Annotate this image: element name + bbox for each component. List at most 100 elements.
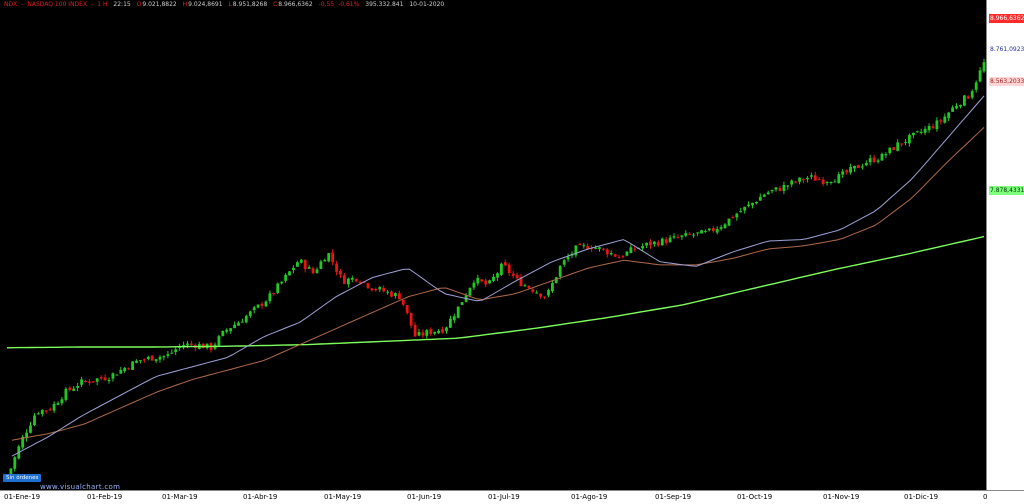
candle-up — [747, 204, 750, 207]
bar-date: 10-01-2020 — [409, 1, 445, 8]
candle-down — [441, 329, 444, 333]
candle-down — [931, 126, 935, 129]
candle-up — [849, 167, 852, 173]
candle-up — [641, 246, 644, 249]
candle-up — [786, 185, 790, 187]
candle-up — [241, 321, 244, 323]
candle-up — [488, 280, 491, 284]
candle-down — [421, 332, 425, 336]
candle-up — [139, 360, 142, 362]
candle-up — [95, 378, 99, 382]
candle-down — [539, 293, 542, 297]
candle-down — [531, 289, 535, 292]
candle-up — [707, 228, 711, 231]
candle-up — [40, 409, 44, 414]
price-plot[interactable] — [0, 10, 986, 490]
candle-up — [315, 269, 319, 273]
candle-up — [680, 235, 684, 238]
candle-up — [978, 70, 982, 82]
candle-up — [743, 206, 747, 211]
x-tick-label: 0 — [983, 493, 988, 501]
candle-up — [829, 182, 833, 183]
candle-down — [429, 329, 433, 335]
candle-down — [272, 293, 276, 294]
candle-down — [821, 179, 825, 184]
candle-up — [492, 276, 495, 281]
candle-down — [142, 359, 146, 361]
candle-up — [166, 354, 170, 356]
x-tick-label: 01-Mar-19 — [162, 493, 198, 501]
ma-long-price-label: 7.878,4331 — [989, 186, 1024, 195]
date-axis[interactable]: 01-Ene-19 01-Feb-19 01-Mar-19 01-Abr-19 … — [0, 490, 1024, 504]
candle-up — [288, 271, 291, 276]
last-price-label: 8.966,6362 — [989, 14, 1024, 23]
candle-down — [633, 248, 637, 250]
candle-down — [794, 181, 798, 183]
x-tick-label: 01-Ago-19 — [571, 493, 608, 501]
candle-up — [959, 105, 962, 107]
candle-up — [221, 330, 225, 336]
candle-up — [378, 287, 382, 290]
candle-up — [727, 218, 731, 226]
x-tick-label: 01-Jul-19 — [488, 493, 520, 501]
separator: - — [91, 1, 94, 8]
candle-up — [896, 142, 900, 151]
volume-value: 395.332.841 — [365, 1, 404, 8]
symbol: NDX — [4, 1, 18, 8]
candle-down — [401, 299, 405, 305]
candle-down — [382, 287, 386, 292]
candle-up — [974, 82, 978, 90]
orders-button[interactable]: Sin órdenes — [3, 474, 42, 482]
candle-up — [276, 283, 280, 293]
candle-up — [162, 355, 166, 358]
candle-up — [853, 165, 856, 169]
candle-down — [48, 409, 52, 411]
candle-up — [558, 265, 562, 277]
candle-up — [723, 224, 727, 228]
instrument-name: NASDAQ 100 INDEX — [27, 1, 88, 8]
candle-up — [876, 160, 880, 162]
x-tick-label: 01-Jun-19 — [407, 493, 442, 501]
candle-down — [339, 271, 342, 275]
candle-up — [719, 227, 723, 229]
candle-up — [237, 322, 240, 326]
candle-up — [417, 332, 421, 336]
price-axis[interactable]: 8.966,6362 8.761,0923 8.563,2033 7.878,4… — [986, 0, 1024, 490]
candle-up — [319, 261, 323, 269]
candle-up — [256, 304, 260, 308]
candle-up — [123, 367, 127, 372]
candle-down — [602, 248, 605, 250]
candle-down — [578, 244, 582, 245]
candle-down — [150, 355, 154, 361]
candle-up — [186, 343, 189, 346]
candle-up — [935, 120, 939, 130]
candle-down — [44, 410, 48, 412]
candle-up — [327, 253, 331, 262]
separator: - — [21, 1, 24, 8]
candle-down — [527, 286, 531, 289]
candle-up — [755, 202, 758, 204]
candle-up — [264, 301, 268, 307]
candle-up — [609, 253, 613, 255]
candle-up — [696, 232, 699, 234]
candle-up — [927, 126, 931, 131]
candle-up — [523, 285, 527, 287]
candle-up — [115, 374, 119, 376]
candle-up — [908, 135, 911, 144]
candle-down — [190, 343, 193, 345]
low-value: 8.951,8268 — [232, 1, 268, 8]
candle-up — [692, 234, 695, 236]
candle-up — [111, 373, 115, 379]
candle-down — [127, 368, 130, 370]
candle-up — [798, 177, 801, 182]
candle-up — [170, 352, 174, 354]
candle-up — [456, 306, 460, 318]
candle-up — [668, 237, 672, 243]
candle-down — [303, 260, 307, 270]
candle-up — [919, 131, 923, 133]
candle-up — [449, 318, 452, 328]
candle-up — [841, 171, 845, 175]
candle-up — [386, 291, 389, 293]
candle-down — [802, 179, 805, 181]
candle-up — [963, 95, 966, 106]
